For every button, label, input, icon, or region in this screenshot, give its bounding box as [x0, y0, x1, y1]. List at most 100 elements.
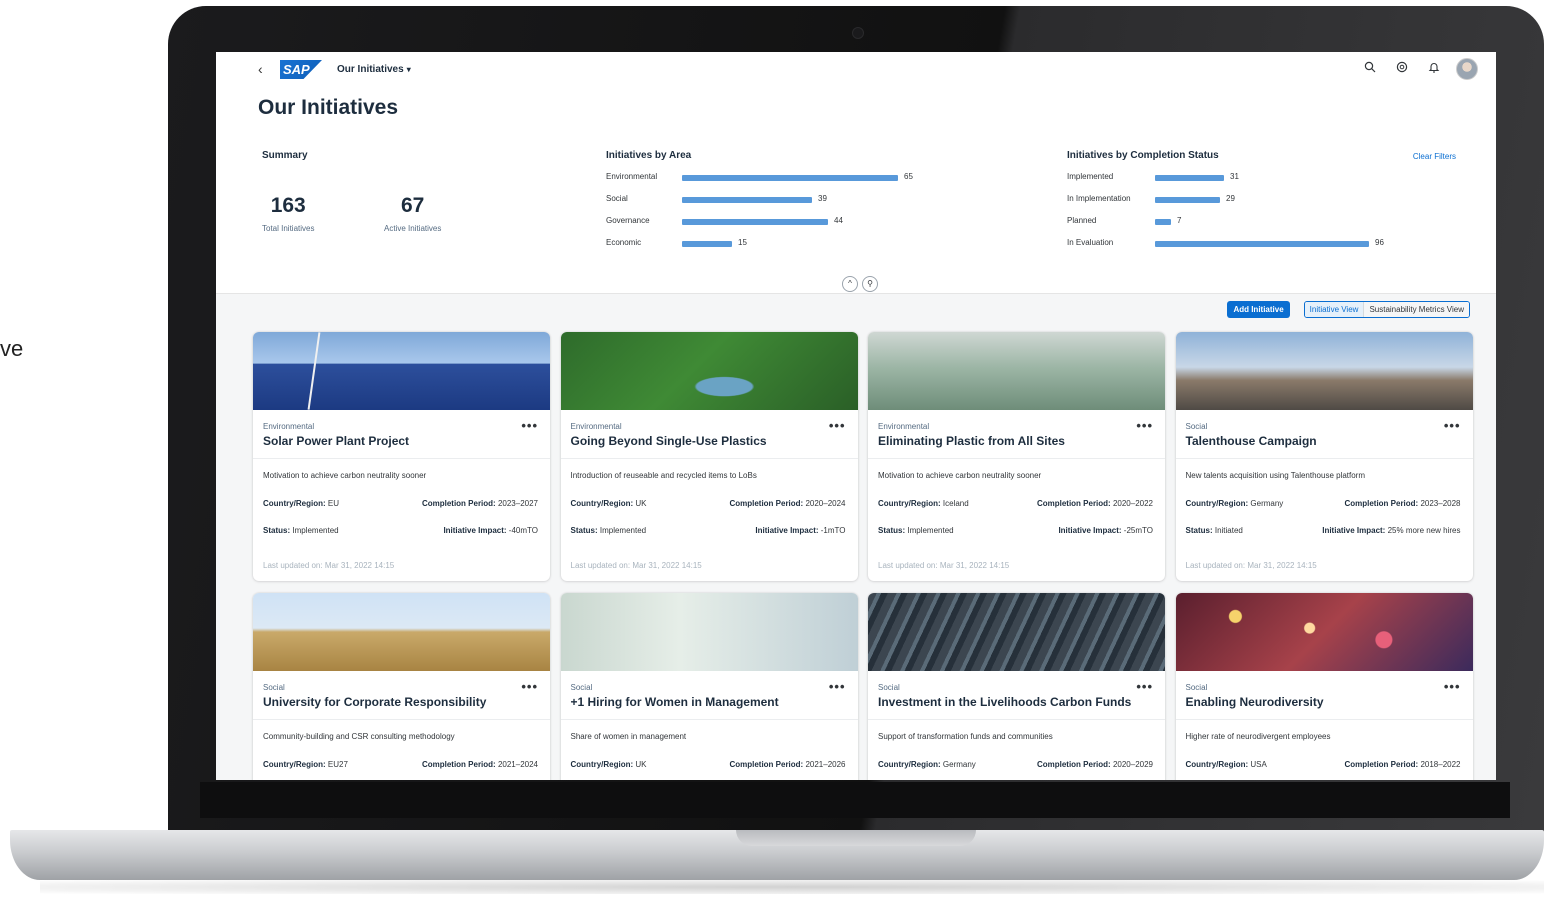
app-title-menu[interactable]: Our Initiatives ▾ [337, 64, 411, 75]
card-title[interactable]: University for Corporate Responsibility [263, 695, 486, 709]
kpi-total-value: 163 [270, 194, 306, 217]
country-value: UK [635, 760, 647, 769]
kpi-total-label: Total Initiatives [262, 224, 315, 233]
card-title[interactable]: Going Beyond Single-Use Plastics [571, 434, 767, 448]
initiative-card[interactable]: Environmental Solar Power Plant Project … [253, 332, 550, 581]
chart-status-bar[interactable] [1155, 241, 1369, 247]
card-last-updated: Last updated on: Mar 31, 2022 14:15 [878, 561, 1010, 570]
chart-area-bar[interactable] [682, 241, 732, 247]
country-value: UK [635, 499, 647, 508]
card-country: Country/Region: Germany [878, 760, 976, 769]
status-value: Initiated [1214, 526, 1243, 535]
collapse-header-icon[interactable]: ^ [842, 276, 858, 292]
period-value: 2021–2024 [497, 760, 538, 769]
app-title-label: Our Initiatives [337, 64, 404, 75]
chart-status-bar[interactable] [1155, 219, 1171, 225]
pin-header-icon[interactable]: ⚲ [862, 276, 878, 292]
country-value: Germany [942, 760, 976, 769]
card-image [253, 332, 550, 410]
search-icon[interactable] [1360, 59, 1380, 79]
sap-logo[interactable]: SAP [280, 60, 322, 79]
more-actions-icon[interactable]: ••• [829, 679, 846, 694]
country-value: EU27 [327, 760, 348, 769]
card-attributes-row: Country/Region: Germany Completion Perio… [878, 760, 1153, 769]
card-category: Environmental [263, 422, 315, 431]
chart-status-value-label: 7 [1177, 216, 1182, 225]
card-image [1175, 593, 1473, 671]
card-country: Country/Region: EU [263, 499, 339, 508]
clear-filters-link[interactable]: Clear Filters [1413, 152, 1456, 161]
period-value: 2021–2026 [805, 760, 846, 769]
status-label: Status: [263, 526, 291, 535]
card-divider [1175, 719, 1473, 720]
card-title[interactable]: Talenthouse Campaign [1186, 434, 1317, 448]
chart-status-bar[interactable] [1155, 197, 1220, 203]
card-title[interactable]: +1 Hiring for Women in Management [571, 695, 779, 709]
initiative-card[interactable]: Environmental Going Beyond Single-Use Pl… [560, 332, 858, 581]
more-actions-icon[interactable]: ••• [1444, 418, 1461, 433]
dynamic-page-header: Our Initiatives Summary 163 Total Initia… [216, 86, 1496, 294]
card-description: Motivation to achieve carbon neutrality … [263, 471, 427, 480]
country-value: Iceland [942, 499, 969, 508]
chart-area-bar[interactable] [682, 219, 828, 225]
period-value: 2020–2029 [1112, 760, 1153, 769]
initiative-card[interactable]: Social +1 Hiring for Women in Management… [560, 593, 858, 780]
chart-status-bar[interactable] [1155, 175, 1224, 181]
impact-label: Initiative Impact: [443, 526, 507, 535]
more-actions-icon[interactable]: ••• [1136, 679, 1153, 694]
more-actions-icon[interactable]: ••• [1136, 418, 1153, 433]
period-value: 2018–2022 [1420, 760, 1461, 769]
card-divider [253, 458, 550, 459]
card-description: Community-building and CSR consulting me… [263, 732, 455, 741]
avatar[interactable] [1456, 58, 1478, 80]
card-period: Completion Period: 2021–2024 [422, 760, 538, 769]
card-title[interactable]: Investment in the Livelihoods Carbon Fun… [878, 695, 1131, 709]
card-image [868, 593, 1165, 671]
country-label: Country/Region: [263, 499, 326, 508]
card-title[interactable]: Solar Power Plant Project [263, 434, 409, 448]
period-label: Completion Period: [1344, 499, 1419, 508]
back-icon[interactable]: ‹ [258, 61, 263, 77]
card-image [1175, 332, 1473, 410]
initiative-card[interactable]: Social Investment in the Livelihoods Car… [868, 593, 1165, 780]
card-divider [560, 719, 858, 720]
copilot-icon[interactable] [1392, 59, 1412, 79]
more-actions-icon[interactable]: ••• [521, 679, 538, 694]
card-description: Introduction of reuseable and recycled i… [570, 471, 757, 480]
status-value: Implemented [907, 526, 954, 535]
card-status: Status: Implemented [263, 526, 339, 535]
kpi-active: 67 Active Initiatives [384, 194, 441, 233]
card-country: Country/Region: USA [1186, 760, 1267, 769]
page-title: Our Initiatives [258, 96, 399, 119]
add-initiative-button[interactable]: Add Initiative [1227, 301, 1290, 318]
more-actions-icon[interactable]: ••• [829, 418, 846, 433]
initiative-view-button[interactable]: Initiative View [1304, 302, 1364, 317]
card-attributes-row: Country/Region: USA Completion Period: 2… [1186, 760, 1461, 769]
chart-area-value-label: 15 [738, 238, 747, 247]
card-title[interactable]: Eliminating Plastic from All Sites [878, 434, 1065, 448]
period-label: Completion Period: [1036, 760, 1111, 769]
bell-icon[interactable] [1424, 59, 1444, 79]
card-image [253, 593, 550, 671]
chart-area-bar[interactable] [682, 175, 898, 181]
chart-area-value-label: 65 [904, 172, 913, 181]
card-status: Status: Initiated [1186, 526, 1243, 535]
card-divider [868, 719, 1165, 720]
initiative-card[interactable]: Social University for Corporate Responsi… [253, 593, 550, 780]
more-actions-icon[interactable]: ••• [521, 418, 538, 433]
chart-area-bar[interactable] [682, 197, 812, 203]
initiative-card[interactable]: Social Talenthouse Campaign ••• New tale… [1175, 332, 1473, 581]
initiative-card[interactable]: Environmental Eliminating Plastic from A… [868, 332, 1165, 581]
more-actions-icon[interactable]: ••• [1444, 679, 1461, 694]
card-country: Country/Region: EU27 [263, 760, 348, 769]
metrics-view-button[interactable]: Sustainability Metrics View [1363, 302, 1469, 317]
chart-status-category-label: In Evaluation [1067, 238, 1114, 247]
card-divider [868, 458, 1165, 459]
status-value: Implemented [292, 526, 339, 535]
impact-value: -25mTO [1123, 526, 1153, 535]
initiative-card[interactable]: Social Enabling Neurodiversity ••• Highe… [1175, 593, 1473, 780]
chart-area-value-label: 39 [818, 194, 827, 203]
period-value: 2023–2027 [497, 499, 538, 508]
laptop-camera [852, 27, 864, 39]
card-title[interactable]: Enabling Neurodiversity [1186, 695, 1324, 709]
